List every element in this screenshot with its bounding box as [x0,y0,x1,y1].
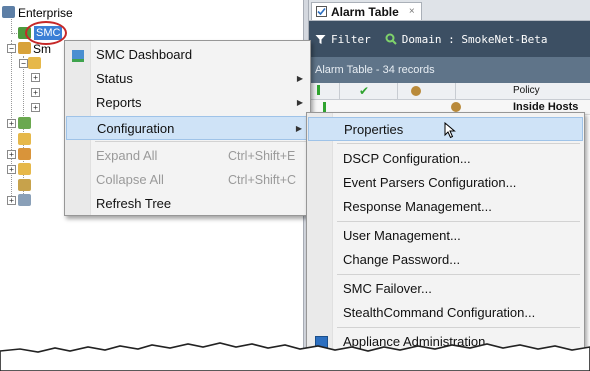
column-ack-header[interactable]: ✔ [339,83,398,99]
filter-button[interactable]: Filter [315,33,371,46]
tab-title: Alarm Table [331,4,399,19]
device-icon [18,194,31,206]
menu-item-event-parsers-configuration[interactable]: Event Parsers Configuration... [308,171,583,195]
expand-toggle[interactable]: + [31,103,40,112]
menu-item-collapse-all[interactable]: Collapse All Ctrl+Shift+C [66,168,309,192]
folder-icon [28,57,41,69]
expand-toggle[interactable]: + [7,150,16,159]
menu-separator [95,141,306,142]
tree-item-enterprise[interactable]: Enterprise [18,6,73,20]
folder-icon [18,148,31,160]
menu-item-stealthcommand-configuration[interactable]: StealthCommand Configuration... [308,301,583,325]
policy-header-label: Policy [513,85,540,96]
filter-icon [315,34,326,44]
domain-selector[interactable]: Domain : SmokeNet-Beta [385,32,548,46]
domain-label: Domain : SmokeNet-Beta [401,32,548,46]
domain-icon [18,42,31,54]
menu-item-response-management[interactable]: Response Management... [308,195,583,219]
menu-separator [337,327,580,328]
menu-separator [337,143,580,144]
menu-separator [337,221,580,222]
expand-toggle[interactable]: + [31,88,40,97]
submenu-arrow-icon: ▶ [296,74,303,83]
menu-item-reports[interactable]: Reports ▶ [66,91,309,115]
table-toolbar: Filter Domain : SmokeNet-Beta [309,21,590,57]
menu-item-configuration[interactable]: Configuration ▶ [66,116,309,140]
alarm-icon [323,102,326,112]
collapse-toggle[interactable]: − [19,59,28,68]
folder-icon [18,133,31,145]
filter-label: Filter [331,32,371,46]
expand-toggle[interactable]: + [7,119,16,128]
expand-toggle[interactable]: + [31,73,40,82]
shortcut-label: Ctrl+Shift+E [228,149,296,163]
table-header: ✔ Policy [309,83,590,100]
menu-separator [337,274,580,275]
column-policy-header[interactable]: Policy [455,83,590,99]
close-icon[interactable]: × [409,6,415,17]
expand-toggle[interactable]: + [7,165,16,174]
type-icon [411,86,421,96]
alert-icon [317,85,320,95]
device-icon [18,179,31,191]
expand-toggle[interactable]: + [7,196,16,205]
mouse-cursor-icon [444,122,456,139]
submenu-arrow-icon: ▶ [296,98,303,107]
column-type-header[interactable] [397,83,456,99]
menu-item-change-password[interactable]: Change Password... [308,248,583,272]
menu-item-smc-dashboard[interactable]: SMC Dashboard [66,43,309,67]
group-icon [18,117,31,129]
menu-item-user-management[interactable]: User Management... [308,224,583,248]
check-icon: ✔ [359,84,370,98]
dashboard-icon [72,50,84,62]
menu-item-refresh-tree[interactable]: Refresh Tree [66,192,309,216]
checkbox-icon [316,6,327,17]
menu-item-expand-all[interactable]: Expand All Ctrl+Shift+E [66,144,309,168]
tab-alarm-table[interactable]: Alarm Table × [311,2,422,20]
domain-icon [385,33,397,45]
menu-item-smc-failover[interactable]: SMC Failover... [308,277,583,301]
configuration-submenu: Properties DSCP Configuration... Event P… [306,112,585,359]
menu-item-status[interactable]: Status ▶ [66,67,309,91]
collapse-toggle[interactable]: − [7,44,16,53]
menu-item-properties[interactable]: Properties [308,117,583,141]
submenu-arrow-icon: ▶ [295,124,302,133]
menu-item-dscp-configuration[interactable]: DSCP Configuration... [308,147,583,171]
enterprise-icon [2,6,15,18]
tree-item-domain[interactable]: Sm [33,42,51,56]
torn-edge [0,342,590,371]
context-menu: SMC Dashboard Status ▶ Reports ▶ Configu… [64,40,311,216]
record-count: Alarm Table - 34 records [309,57,590,83]
host-icon [451,102,461,112]
shortcut-label: Ctrl+Shift+C [228,173,297,187]
column-severity-header[interactable] [309,83,340,99]
folder-icon [18,163,31,175]
tab-bar: Alarm Table × [309,0,590,21]
